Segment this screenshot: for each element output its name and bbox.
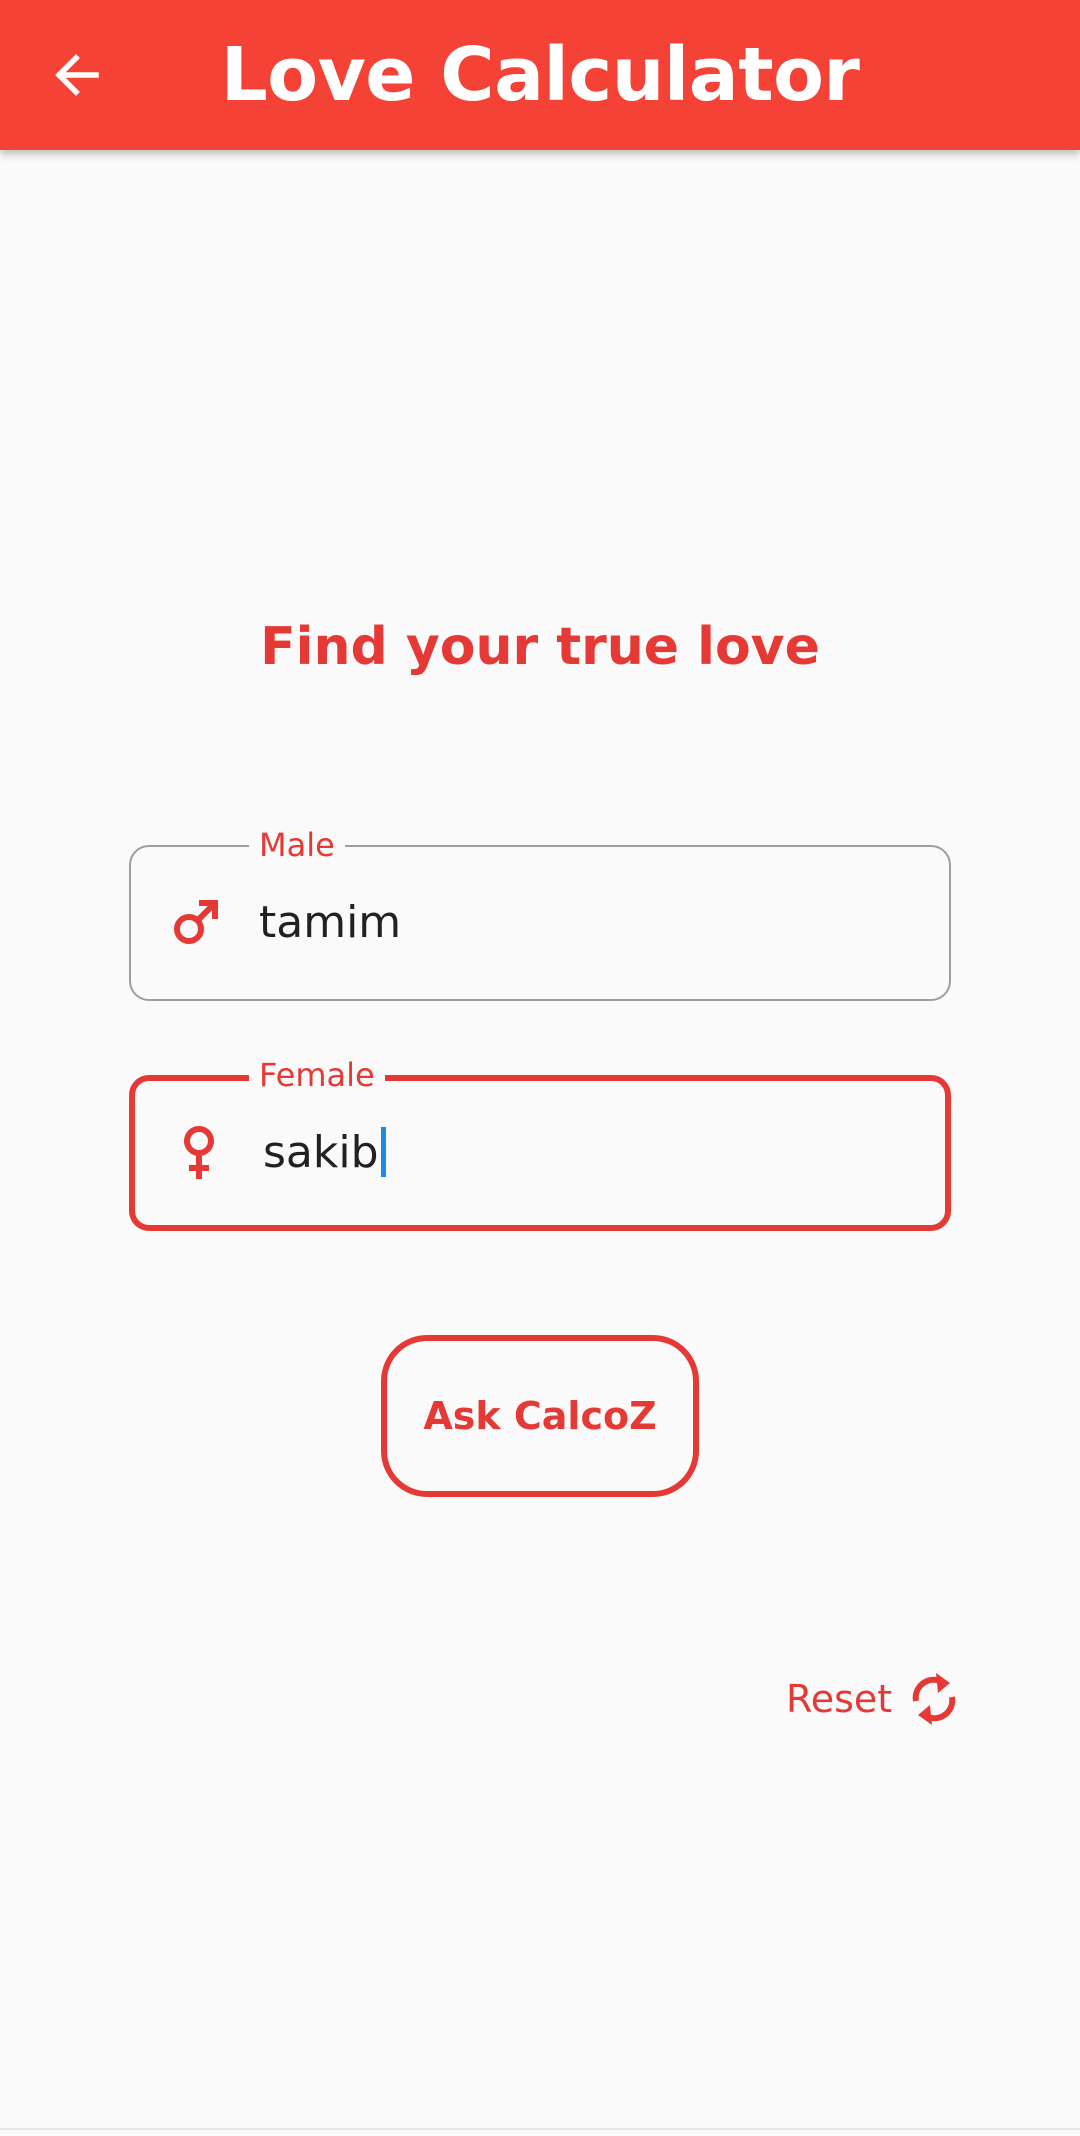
female-field-label: Female (249, 1055, 385, 1095)
male-name-field[interactable]: Male tamim (129, 825, 951, 1001)
male-symbol-icon (169, 893, 221, 953)
reset-label: Reset (786, 1677, 893, 1721)
reset-button[interactable]: Reset (786, 1664, 962, 1734)
male-field-label: Male (249, 825, 345, 865)
ask-calcoz-button[interactable]: Ask CalcoZ (381, 1335, 699, 1497)
app-bar: Love Calculator (0, 0, 1080, 150)
bottom-divider (0, 2128, 1080, 2130)
female-name-input[interactable]: sakib (263, 1127, 379, 1178)
text-cursor (380, 1127, 386, 1177)
female-name-field[interactable]: Female sakib (129, 1055, 951, 1231)
female-name-input-wrap[interactable]: sakib (263, 1125, 386, 1181)
page-headline: Find your true love (260, 617, 820, 677)
refresh-icon (906, 1669, 962, 1729)
female-symbol-icon (173, 1123, 225, 1183)
male-name-input[interactable]: tamim (259, 895, 401, 951)
app-title: Love Calculator (220, 32, 860, 118)
